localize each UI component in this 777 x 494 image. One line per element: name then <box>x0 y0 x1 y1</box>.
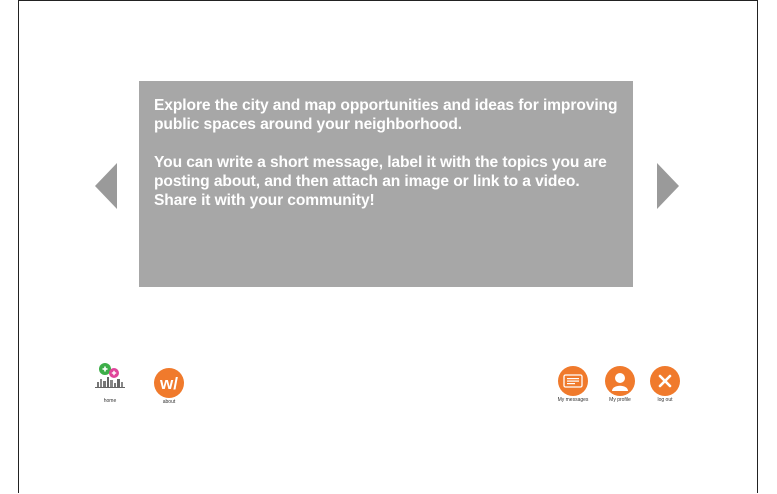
home-button[interactable]: home <box>92 361 128 404</box>
home-logo-icon <box>95 363 125 388</box>
next-slide-button[interactable] <box>657 163 679 209</box>
intro-panel: Explore the city and map opportunities a… <box>139 81 633 287</box>
intro-paragraph-1: Explore the city and map opportunities a… <box>154 97 618 133</box>
log-out-button[interactable]: log out <box>647 366 683 403</box>
chevron-left-icon <box>95 163 117 209</box>
home-label: home <box>103 398 117 404</box>
my-profile-label: My profile <box>609 397 631 403</box>
chevron-right-icon <box>657 163 679 209</box>
close-icon <box>650 366 680 396</box>
my-profile-button[interactable]: My profile <box>602 366 638 403</box>
my-messages-label: My messages <box>557 397 589 403</box>
about-w-icon: w/ <box>154 368 184 398</box>
intro-paragraph-2: You can write a short message, label it … <box>154 154 607 209</box>
profile-icon <box>605 366 635 396</box>
intro-text: Explore the city and map opportunities a… <box>154 96 624 210</box>
about-button[interactable]: w/ about <box>152 368 186 405</box>
my-messages-button[interactable]: My messages <box>553 366 593 403</box>
messages-icon <box>558 366 588 396</box>
previous-slide-button[interactable] <box>95 163 117 209</box>
log-out-label: log out <box>657 397 673 403</box>
about-label: about <box>162 399 176 405</box>
